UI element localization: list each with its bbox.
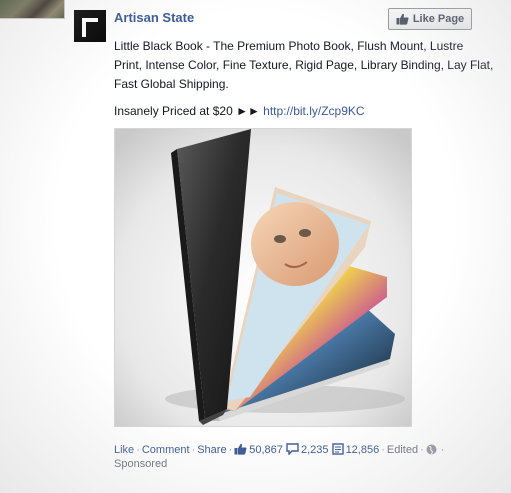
shares-count[interactable]: 12,856: [331, 443, 380, 456]
shares-count-value: 12,856: [345, 444, 380, 456]
separator-dot: ·: [420, 444, 424, 456]
thumbs-up-icon: [396, 13, 409, 25]
likes-count-value: 50,867: [249, 444, 283, 456]
page-name-link[interactable]: Artisan State: [114, 10, 194, 25]
promo-text: Insanely Priced at $20 ►►: [114, 104, 264, 118]
previous-post-thumbnail: [0, 0, 65, 19]
comments-count-value: 2,235: [300, 444, 329, 456]
thumbs-up-icon: [234, 443, 247, 455]
post-image[interactable]: [114, 128, 412, 427]
post-description: Little Black Book - The Premium Photo Bo…: [114, 39, 494, 91]
photo-book-image: [115, 129, 411, 426]
comment-link[interactable]: Comment: [142, 444, 190, 456]
logo-mark-part: [86, 22, 98, 42]
post-promo: Insanely Priced at $20 ►► http://bit.ly/…: [114, 103, 365, 119]
separator-dot: ·: [191, 444, 196, 456]
like-page-label: Like Page: [412, 13, 465, 25]
like-link[interactable]: Like: [114, 444, 134, 456]
separator-dot: ·: [136, 444, 140, 456]
post-footer: Like · Comment · Share · 50,867 2,235 12,856 · E…: [114, 442, 504, 458]
comments-count[interactable]: 2,235: [286, 443, 329, 456]
share-doc-icon: [331, 443, 344, 455]
sponsored-label[interactable]: Sponsored: [114, 458, 167, 470]
share-link[interactable]: Share: [197, 444, 226, 456]
promo-link[interactable]: http://bit.ly/Zcp9KC: [263, 104, 364, 118]
globe-icon[interactable]: [426, 444, 437, 455]
likes-count[interactable]: 50,867: [234, 443, 283, 456]
separator-dot: ·: [228, 444, 233, 456]
comment-bubble-icon: [286, 443, 299, 455]
separator-dot: ·: [440, 444, 445, 456]
like-page-button[interactable]: Like Page: [388, 8, 472, 30]
separator-dot: ·: [381, 444, 385, 456]
page-logo[interactable]: [74, 10, 106, 42]
edited-label[interactable]: Edited: [387, 444, 418, 456]
